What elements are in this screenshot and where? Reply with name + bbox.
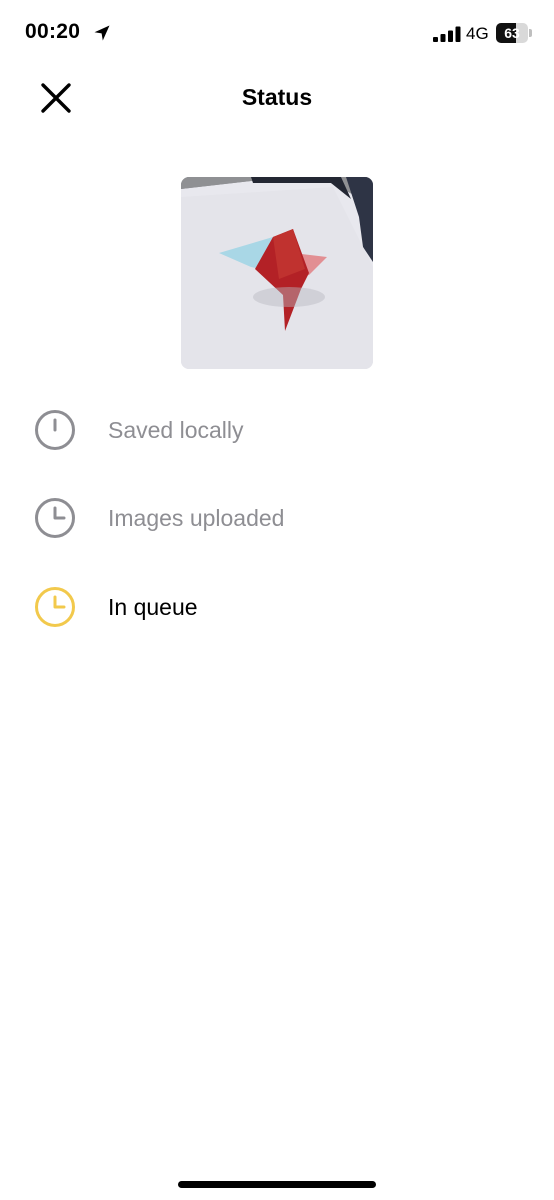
clock-icon — [35, 498, 75, 538]
home-indicator[interactable] — [178, 1181, 376, 1188]
status-bar: 00:20 4G 63 — [0, 0, 554, 70]
status-time: 00:20 — [25, 20, 81, 43]
clock-icon — [35, 587, 75, 627]
photo-image — [181, 177, 373, 369]
step-label: Saved locally — [108, 417, 244, 443]
status-step-in-queue: In queue — [34, 584, 514, 630]
clock-icon — [35, 410, 75, 450]
status-step-images-uploaded: Images uploaded — [34, 495, 514, 541]
step-label: In queue — [108, 594, 198, 620]
location-arrow-icon — [94, 25, 110, 41]
battery-icon: 63 — [496, 23, 534, 43]
page-title: Status — [241, 84, 313, 110]
status-step-saved-locally: Saved locally — [34, 407, 514, 453]
network-type: 4G — [466, 24, 489, 43]
photo-thumbnail[interactable] — [181, 177, 373, 369]
step-label: Images uploaded — [108, 505, 285, 531]
battery-level: 63 — [504, 25, 520, 41]
signal-bars-icon — [433, 26, 461, 42]
